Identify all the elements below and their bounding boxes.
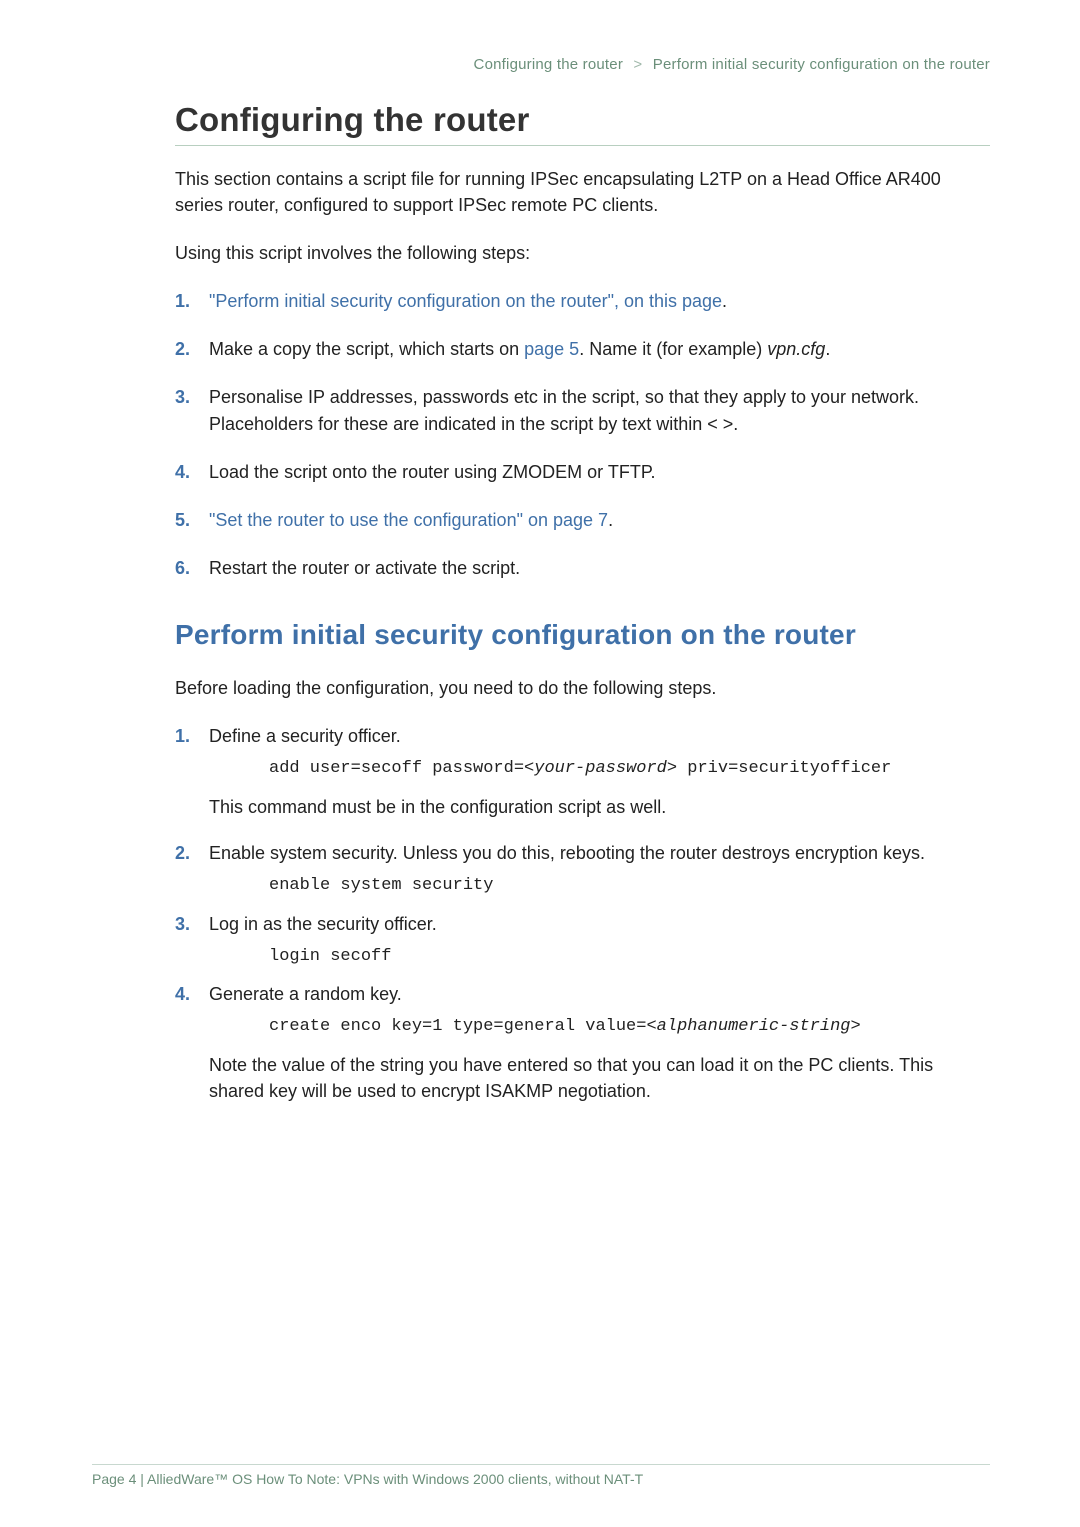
step-b-1-code: add user=secoff password=<your-password>… bbox=[243, 757, 990, 782]
intro-paragraph-1: This section contains a script file for … bbox=[175, 166, 990, 218]
steps-list-a: "Perform initial security configuration … bbox=[175, 288, 990, 581]
page-title: Configuring the router bbox=[175, 101, 990, 139]
breadcrumb-subsection: Perform initial security configuration o… bbox=[653, 56, 990, 73]
step-b-2-code: enable system security bbox=[243, 874, 990, 899]
step-a-4: Load the script onto the router using ZM… bbox=[175, 459, 990, 485]
step-b-4-text: Generate a random key. bbox=[209, 984, 402, 1004]
page-footer: Page 4 | AlliedWare™ OS How To Note: VPN… bbox=[92, 1464, 990, 1487]
breadcrumb: Configuring the router > Perform initial… bbox=[175, 56, 990, 73]
step-a-1-tail: . bbox=[722, 291, 727, 311]
step-a-2-link[interactable]: page 5 bbox=[524, 339, 579, 359]
breadcrumb-separator: > bbox=[633, 56, 642, 73]
step-a-1: "Perform initial security configuration … bbox=[175, 288, 990, 314]
step-b-1-text: Define a security officer. bbox=[209, 726, 401, 746]
step-a-2-mid: . Name it (for example) bbox=[579, 339, 767, 359]
section-heading: Perform initial security configuration o… bbox=[175, 619, 990, 651]
code-placeholder: your-password bbox=[534, 759, 667, 778]
footer-text: Page 4 | AlliedWare™ OS How To Note: VPN… bbox=[92, 1471, 990, 1487]
step-b-1: Define a security officer. add user=seco… bbox=[175, 723, 990, 820]
intro-paragraph-2: Using this script involves the following… bbox=[175, 240, 990, 266]
before-paragraph: Before loading the configuration, you ne… bbox=[175, 675, 990, 701]
step-b-3-text: Log in as the security officer. bbox=[209, 914, 437, 934]
step-a-1-link[interactable]: "Perform initial security configuration … bbox=[209, 291, 722, 311]
step-a-3: Personalise IP addresses, passwords etc … bbox=[175, 384, 990, 436]
step-b-1-after: This command must be in the configuratio… bbox=[209, 794, 990, 820]
step-b-4-code: create enco key=1 type=general value=<al… bbox=[243, 1015, 990, 1040]
step-a-2-filename: vpn.cfg bbox=[767, 339, 825, 359]
step-b-3: Log in as the security officer. login se… bbox=[175, 911, 990, 970]
step-a-2: Make a copy the script, which starts on … bbox=[175, 336, 990, 362]
step-a-6: Restart the router or activate the scrip… bbox=[175, 555, 990, 581]
step-a-5-tail: . bbox=[608, 510, 613, 530]
code-text: add user=secoff password=< bbox=[269, 759, 534, 778]
step-a-5-link[interactable]: "Set the router to use the configuration… bbox=[209, 510, 608, 530]
breadcrumb-section: Configuring the router bbox=[474, 56, 624, 73]
step-a-5: "Set the router to use the configuration… bbox=[175, 507, 990, 533]
code-text: > bbox=[851, 1017, 861, 1036]
title-rule bbox=[175, 145, 990, 146]
step-a-2-pre: Make a copy the script, which starts on bbox=[209, 339, 524, 359]
code-text: create enco key=1 type=general value=< bbox=[269, 1017, 657, 1036]
step-b-3-code: login secoff bbox=[243, 945, 990, 970]
step-b-4-after: Note the value of the string you have en… bbox=[209, 1052, 990, 1104]
code-placeholder: alphanumeric-string bbox=[657, 1017, 851, 1036]
step-b-2: Enable system security. Unless you do th… bbox=[175, 840, 990, 899]
steps-list-b: Define a security officer. add user=seco… bbox=[175, 723, 990, 1104]
footer-rule bbox=[92, 1464, 990, 1465]
step-b-4: Generate a random key. create enco key=1… bbox=[175, 981, 990, 1104]
step-b-2-text: Enable system security. Unless you do th… bbox=[209, 843, 925, 863]
code-text: > priv=securityofficer bbox=[667, 759, 891, 778]
step-a-2-tail: . bbox=[825, 339, 830, 359]
